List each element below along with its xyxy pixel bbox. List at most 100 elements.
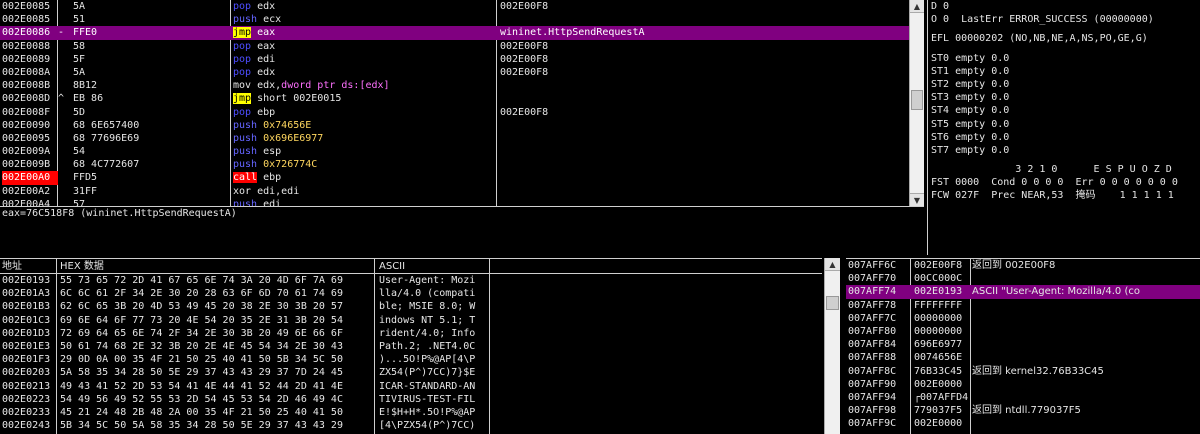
- dump-row[interactable]: 002E01A3 6C 6C 61 2F 34 2E 30 20 28 63 6F…: [0, 287, 822, 300]
- stack-row[interactable]: 007AFF6C 002E00F8 返回到 002E00F8: [846, 259, 1200, 272]
- dump-address[interactable]: 002E0203: [2, 366, 58, 379]
- stack-value[interactable]: 00000000: [914, 312, 970, 325]
- stack-row[interactable]: 007AFF98 779037F5 返回到 ntdll.779037F5: [846, 404, 1200, 417]
- disasm-row[interactable]: 002E008F 5D pop ebp 002E00F8: [0, 106, 909, 119]
- instruction-address[interactable]: 002E00A4: [2, 198, 58, 206]
- dump-row[interactable]: 002E01E3 50 61 74 68 2E 32 3B 20 2E 4E 45…: [0, 340, 822, 353]
- stack-row[interactable]: 007AFF90 002E0000: [846, 378, 1200, 391]
- instruction-address[interactable]: 002E0085: [2, 13, 58, 26]
- instruction-text[interactable]: jmp eax: [233, 26, 495, 39]
- fpu-register-st2[interactable]: ST2 empty 0.0: [928, 78, 1200, 91]
- stack-address[interactable]: 007AFF88: [848, 351, 908, 364]
- stack-address[interactable]: 007AFF94: [848, 391, 908, 404]
- disasm-row[interactable]: 002E0088 58 pop eax 002E00F8: [0, 40, 909, 53]
- dump-ascii-text[interactable]: TIVIRUS-TEST-FIL: [379, 393, 489, 406]
- disasm-row[interactable]: 002E0085 51 push ecx: [0, 13, 909, 26]
- efl-register[interactable]: EFL 00000202 (NO,NB,NE,A,NS,PO,GE,G): [928, 32, 1200, 45]
- dump-address[interactable]: 002E01D3: [2, 327, 58, 340]
- disasm-row[interactable]: 002E009B 68 4C772607 push 0x726774C: [0, 158, 909, 171]
- instruction-text[interactable]: pop edi: [233, 53, 495, 66]
- stack-row[interactable]: 007AFF9C 002E0000: [846, 417, 1200, 430]
- fpu-register-st3[interactable]: ST3 empty 0.0: [928, 91, 1200, 104]
- dump-hex-bytes[interactable]: 49 43 41 52 2D 53 54 41 4E 44 41 52 44 2…: [60, 380, 376, 393]
- dump-row[interactable]: 002E0233 45 21 24 48 2B 48 2A 00 35 4F 21…: [0, 406, 822, 419]
- stack-row[interactable]: 007AFF94 ┌007AFFD4: [846, 391, 1200, 404]
- stack-address[interactable]: 007AFF90: [848, 378, 908, 391]
- disasm-row[interactable]: 002E008A 5A pop edx 002E00F8: [0, 66, 909, 79]
- stack-address[interactable]: 007AFF7C: [848, 312, 908, 325]
- fcw-register[interactable]: FCW 027F Prec NEAR,53 掩码 1 1 1 1 1: [928, 189, 1200, 202]
- stack-value[interactable]: 696E6977: [914, 338, 970, 351]
- dump-hex-bytes[interactable]: 50 61 74 68 2E 32 3B 20 2E 4E 45 54 34 2…: [60, 340, 376, 353]
- instruction-text[interactable]: pop eax: [233, 40, 495, 53]
- dump-ascii-text[interactable]: ZX54(P^)7CC)7}$E: [379, 366, 489, 379]
- dump-ascii-text[interactable]: rident/4.0; Info: [379, 327, 489, 340]
- disasm-row[interactable]: 002E00A0 FFD5 call ebp: [0, 171, 909, 185]
- stack-value[interactable]: FFFFFFFF: [914, 299, 970, 312]
- instruction-address[interactable]: 002E0088: [2, 40, 58, 53]
- stack-value[interactable]: 0074656E: [914, 351, 970, 364]
- stack-address[interactable]: 007AFF74: [848, 285, 908, 298]
- stack-address[interactable]: 007AFF80: [848, 325, 908, 338]
- disasm-row[interactable]: 002E009A 54 push esp: [0, 145, 909, 158]
- disasm-row[interactable]: 002E0090 68 6E657400 push 0x74656E: [0, 119, 909, 132]
- dump-address[interactable]: 002E0193: [2, 274, 58, 287]
- instruction-address[interactable]: 002E0086: [2, 26, 58, 39]
- instruction-address[interactable]: 002E008A: [2, 66, 58, 79]
- stack-value[interactable]: 002E00F8: [914, 259, 970, 272]
- fpu-register-st4[interactable]: ST4 empty 0.0: [928, 104, 1200, 117]
- instruction-text[interactable]: call ebp: [233, 171, 495, 184]
- instruction-address[interactable]: 002E00A2: [2, 185, 58, 198]
- stack-value[interactable]: 002E0000: [914, 378, 970, 391]
- instruction-text[interactable]: push ecx: [233, 13, 495, 26]
- stack-address[interactable]: 007AFF8C: [848, 365, 908, 378]
- stack-row[interactable]: 007AFF78 FFFFFFFF: [846, 299, 1200, 312]
- disasm-row[interactable]: 002E0086- FFE0 jmp eax wininet.HttpSendRequ…: [0, 26, 909, 40]
- memory-dump-pane[interactable]: 地址 HEX 数据 ASCII 002E0193 55 73 65 72 2D 4…: [0, 258, 822, 434]
- stack-address[interactable]: 007AFF78: [848, 299, 908, 312]
- stack-row[interactable]: 007AFF8C 76B33C45 返回到 kernel32.76B33C45: [846, 365, 1200, 378]
- instruction-address[interactable]: 002E009B: [2, 158, 58, 171]
- dump-row[interactable]: 002E0203 5A 58 35 34 28 50 5E 29 37 43 43…: [0, 366, 822, 379]
- dump-ascii-text[interactable]: ICAR-STANDARD-AN: [379, 380, 489, 393]
- instruction-text[interactable]: pop edx: [233, 0, 495, 13]
- scroll-up-arrow-icon[interactable]: ▲: [825, 258, 840, 271]
- dump-row[interactable]: 002E01D3 72 69 64 65 6E 74 2F 34 2E 30 3B…: [0, 327, 822, 340]
- stack-row[interactable]: 007AFF80 00000000: [846, 325, 1200, 338]
- dump-address[interactable]: 002E0233: [2, 406, 58, 419]
- disasm-row[interactable]: 002E008B 8B12 mov edx,dword ptr ds:[edx]: [0, 79, 909, 92]
- fpu-register-st0[interactable]: ST0 empty 0.0: [928, 52, 1200, 65]
- fst-register[interactable]: FST 0000 Cond 0 0 0 0 Err 0 0 0 0 0 0 0: [928, 176, 1200, 189]
- fpu-register-st7[interactable]: ST7 empty 0.0: [928, 144, 1200, 157]
- instruction-text[interactable]: push edi: [233, 198, 495, 206]
- dump-ascii-text[interactable]: Path.2; .NET4.0C: [379, 340, 489, 353]
- dump-ascii-text[interactable]: indows NT 5.1; T: [379, 314, 489, 327]
- stack-value[interactable]: ┌007AFFD4: [914, 391, 970, 404]
- instruction-address[interactable]: 002E008D: [2, 92, 58, 105]
- stack-address[interactable]: 007AFF98: [848, 404, 908, 417]
- fpu-register-st6[interactable]: ST6 empty 0.0: [928, 131, 1200, 144]
- instruction-text[interactable]: push 0x74656E: [233, 119, 495, 132]
- dump-row[interactable]: 002E01F3 29 0D 0A 00 35 4F 21 50 25 40 41…: [0, 353, 822, 366]
- instruction-address[interactable]: 002E0095: [2, 132, 58, 145]
- dump-ascii-text[interactable]: )...5O!P%@AP[4\P: [379, 353, 489, 366]
- dump-address[interactable]: 002E01B3: [2, 300, 58, 313]
- instruction-text[interactable]: push 0x726774C: [233, 158, 495, 171]
- stack-value[interactable]: 002E0193: [914, 285, 970, 298]
- dump-row[interactable]: 002E0243 5B 34 5C 50 5A 58 35 34 28 50 5E…: [0, 419, 822, 432]
- dump-scrollbar[interactable]: ▲: [824, 258, 840, 434]
- dump-ascii-text[interactable]: [4\PZX54(P^)7CC): [379, 419, 489, 432]
- stack-row[interactable]: 007AFF84 696E6977: [846, 338, 1200, 351]
- instruction-text[interactable]: mov edx,dword ptr ds:[edx]: [233, 79, 495, 92]
- instruction-address[interactable]: 002E0090: [2, 119, 58, 132]
- dump-ascii-text[interactable]: ble; MSIE 8.0; W: [379, 300, 489, 313]
- dump-row[interactable]: 002E0223 54 49 56 49 52 55 53 2D 54 45 53…: [0, 393, 822, 406]
- instruction-text[interactable]: xor edi,edi: [233, 185, 495, 198]
- stack-address[interactable]: 007AFF9C: [848, 417, 908, 430]
- instruction-address[interactable]: 002E0089: [2, 53, 58, 66]
- stack-address[interactable]: 007AFF84: [848, 338, 908, 351]
- registers-pane[interactable]: D 0 O 0 LastErr ERROR_SUCCESS (00000000)…: [927, 0, 1200, 255]
- dump-address[interactable]: 002E01A3: [2, 287, 58, 300]
- scrollbar-thumb[interactable]: [911, 90, 923, 110]
- instruction-text[interactable]: pop ebp: [233, 106, 495, 119]
